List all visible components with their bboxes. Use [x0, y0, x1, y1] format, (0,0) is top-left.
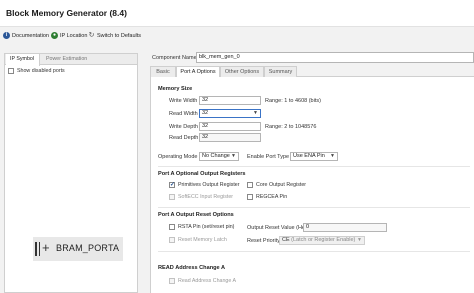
documentation-label: Documentation	[12, 32, 49, 39]
write-depth-input[interactable]: 32	[199, 122, 261, 131]
primitives-output-register-checkbox[interactable]: Primitives Output Register	[169, 181, 240, 188]
tab-other-options[interactable]: Other Options	[220, 66, 264, 77]
read-depth-label: Read Depth	[169, 135, 199, 141]
divider	[158, 251, 470, 252]
switch-to-defaults-button[interactable]: ↻ Switch to Defaults	[88, 32, 141, 39]
write-width-input[interactable]: 32	[199, 96, 261, 105]
operating-mode-select[interactable]: No Change ▼	[199, 152, 239, 161]
left-tab-bar: IP Symbol Power Estimation	[5, 54, 137, 66]
reset-memory-latch-checkbox[interactable]: Reset Memory Latch	[169, 237, 227, 243]
core-output-register-checkbox[interactable]: Core Output Register	[247, 182, 306, 188]
port-bar-thin	[39, 242, 40, 256]
chevron-down-icon: ▼	[231, 153, 236, 159]
documentation-button[interactable]: i Documentation	[3, 32, 49, 39]
tab-power-estimation[interactable]: Power Estimation	[42, 54, 96, 65]
info-icon: i	[3, 32, 10, 39]
chevron-down-icon: ▼	[330, 153, 335, 159]
refresh-icon: ↻	[88, 32, 95, 39]
read-width-select[interactable]: 32 ▼	[199, 109, 261, 118]
read-depth-input[interactable]: 32	[199, 133, 261, 142]
operating-mode-value: No Change	[202, 153, 230, 159]
memory-size-heading: Memory Size	[158, 86, 193, 92]
checkbox-box[interactable]	[169, 237, 175, 243]
ip-location-button[interactable]: ● IP Location	[51, 32, 87, 39]
read-address-change-checkbox[interactable]: Read Address Change A	[169, 278, 236, 284]
reset-memory-latch-label: Reset Memory Latch	[178, 237, 227, 243]
title-bar: Block Memory Generator (8.4)	[0, 0, 474, 27]
primitives-output-register-label: Primitives Output Register	[178, 182, 240, 188]
checkbox-box[interactable]	[247, 194, 253, 200]
regcea-pin-label: REGCEA Pin	[256, 194, 288, 200]
configuration-panel: Component Name blk_mem_gen_0 Basic Port …	[148, 50, 474, 293]
read-width-value: 32	[202, 110, 209, 116]
operating-mode-label: Operating Mode	[158, 154, 198, 160]
output-reset-value-input[interactable]: 0	[303, 223, 387, 232]
component-name-label: Component Name	[152, 55, 197, 61]
show-disabled-ports-label: Show disabled ports	[17, 68, 65, 74]
reset-options-heading: Port A Output Reset Options	[158, 212, 234, 218]
tab-ip-symbol[interactable]: IP Symbol	[6, 54, 40, 66]
checkbox-box[interactable]	[169, 181, 175, 188]
divider	[158, 166, 470, 167]
chevron-down-icon: ▼	[357, 237, 362, 243]
reset-priority-suffix: (Latch or Register Enable)	[291, 237, 356, 243]
read-address-change-heading: READ Address Change A	[158, 265, 226, 271]
tab-basic[interactable]: Basic	[150, 66, 176, 77]
read-width-label: Read Width	[169, 111, 198, 117]
ip-symbol-panel: IP Symbol Power Estimation Show disabled…	[4, 53, 138, 293]
ip-location-label: IP Location	[60, 32, 88, 39]
reset-priority-select[interactable]: CE (Latch or Register Enable) ▼	[279, 236, 365, 245]
port-a-options-content: Memory Size Write Width 32 Range: 1 to 4…	[150, 77, 474, 293]
enable-port-type-label: Enable Port Type	[247, 154, 290, 160]
write-depth-range: Range: 2 to 1048576	[265, 124, 317, 130]
chevron-down-icon: ▼	[253, 110, 258, 116]
rsta-pin-checkbox[interactable]: RSTA Pin (set/reset pin)	[169, 224, 234, 230]
enable-port-type-select[interactable]: Use ENA Pin ▼	[290, 152, 338, 161]
checkbox-box[interactable]	[169, 278, 175, 284]
output-registers-heading: Port A Optional Output Registers	[158, 171, 246, 177]
expand-plus-icon[interactable]: +	[42, 239, 50, 257]
softecc-input-register-label: SoftECC Input Register	[178, 194, 234, 200]
checkbox-box[interactable]	[8, 68, 14, 74]
bram-porta-symbol[interactable]: + BRAM_PORTA	[33, 237, 123, 261]
tab-summary[interactable]: Summary	[264, 66, 297, 77]
reset-priority-label: Reset Priority	[247, 238, 281, 244]
output-reset-value-label: Output Reset Value (Hex)	[247, 225, 310, 231]
show-disabled-ports-checkbox[interactable]: Show disabled ports	[8, 68, 65, 74]
rsta-pin-label: RSTA Pin (set/reset pin)	[178, 224, 235, 230]
checkbox-box[interactable]	[247, 182, 253, 188]
port-bar	[35, 242, 37, 256]
window-title: Block Memory Generator (8.4)	[6, 8, 127, 18]
write-width-range: Range: 1 to 4608 (bits)	[265, 98, 321, 104]
checkbox-box[interactable]	[169, 224, 175, 230]
write-width-label: Write Width	[169, 98, 198, 104]
checkbox-box[interactable]	[169, 194, 175, 200]
component-name-input[interactable]: blk_mem_gen_0	[196, 52, 474, 63]
core-output-register-label: Core Output Register	[256, 182, 307, 188]
config-tab-bar: Basic Port A Options Other Options Summa…	[150, 66, 474, 78]
toolbar: i Documentation ● IP Location ↻ Switch t…	[0, 29, 474, 44]
reset-priority-value: CE	[282, 237, 290, 243]
regcea-pin-checkbox[interactable]: REGCEA Pin	[247, 194, 287, 200]
enable-port-type-value: Use ENA Pin	[293, 153, 325, 159]
softecc-input-register-checkbox[interactable]: SoftECC Input Register	[169, 194, 233, 200]
bram-porta-label: BRAM_PORTA	[56, 243, 120, 253]
write-depth-label: Write Depth	[169, 124, 198, 130]
read-address-change-label: Read Address Change A	[178, 278, 237, 284]
switch-defaults-label: Switch to Defaults	[97, 32, 142, 39]
location-icon: ●	[51, 32, 58, 39]
divider	[158, 207, 470, 208]
